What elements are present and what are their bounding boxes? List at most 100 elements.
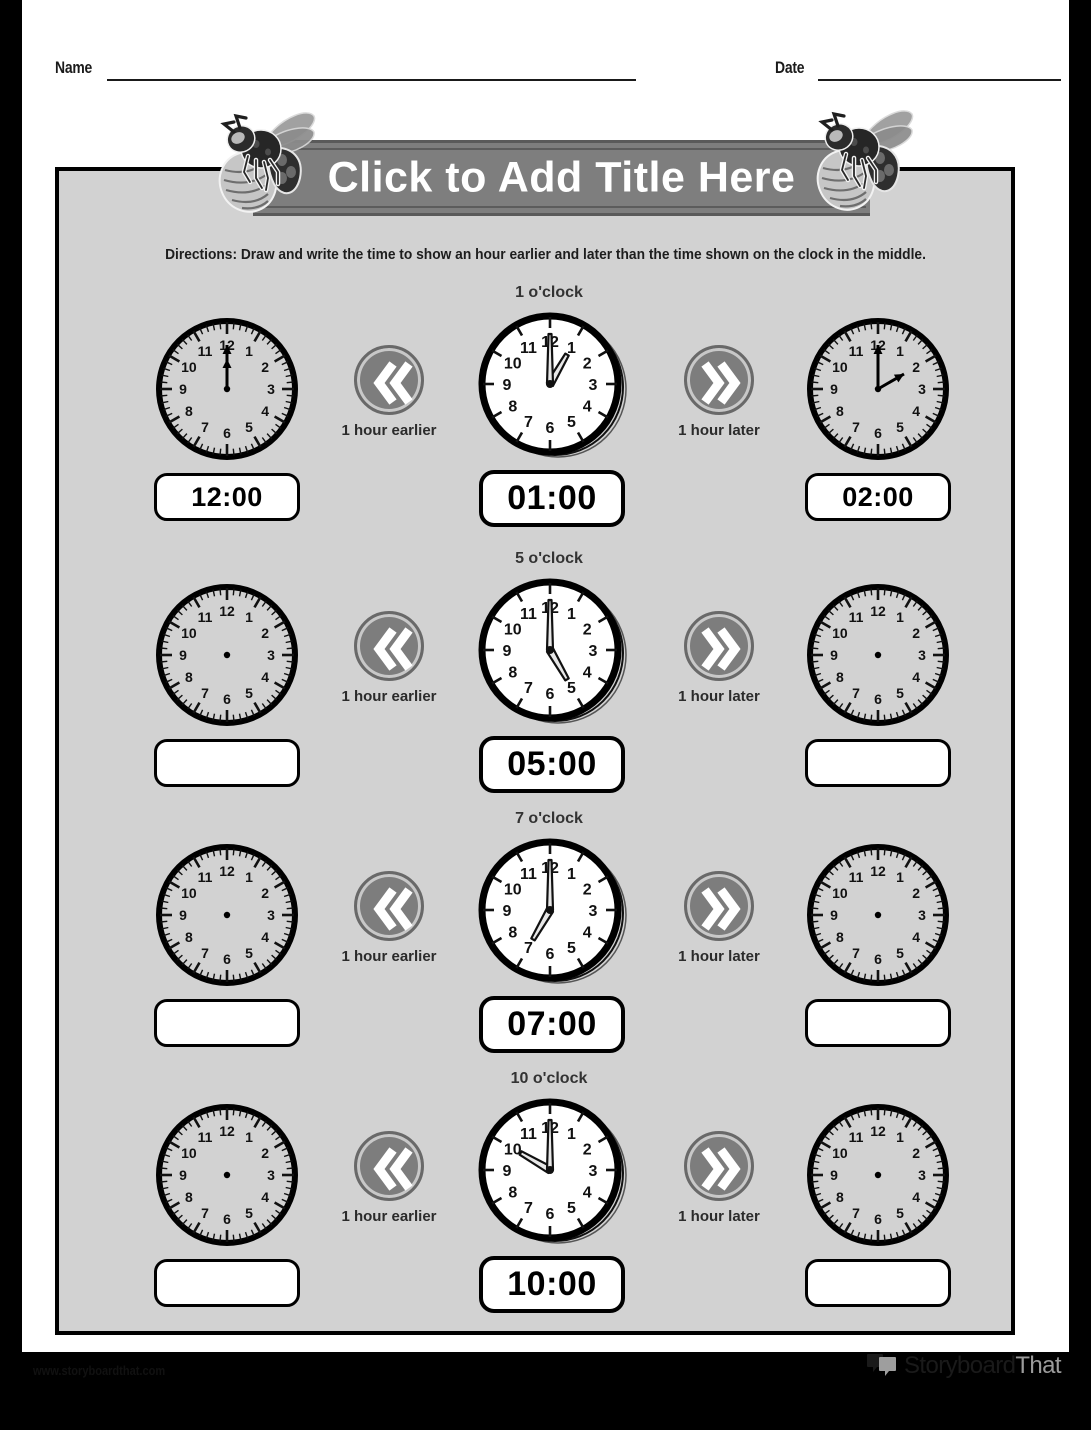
clock-face[interactable]: 121234567891011 <box>152 580 302 730</box>
svg-text:12: 12 <box>870 603 886 619</box>
svg-text:2: 2 <box>912 1145 920 1161</box>
svg-text:8: 8 <box>836 929 844 945</box>
clock-later[interactable]: 121234567891011 <box>803 314 953 464</box>
answer-box-given: 05:00 <box>479 736 625 793</box>
answer-text: 10:00 <box>507 1265 597 1303</box>
one-hour-earlier-label: 1 hour earlier <box>341 1208 437 1225</box>
svg-text:6: 6 <box>546 420 555 437</box>
svg-text:3: 3 <box>589 377 598 394</box>
title-text[interactable]: Click to Add Title Here <box>253 154 870 203</box>
svg-text:5: 5 <box>567 680 576 697</box>
clock-face[interactable]: 121234567891011 <box>803 840 953 990</box>
answer-box-earlier[interactable] <box>154 999 300 1047</box>
svg-text:9: 9 <box>179 381 187 397</box>
forward-arrow-circle[interactable] <box>684 871 754 941</box>
clock-face[interactable]: 121234567891011 <box>803 1100 953 1250</box>
svg-text:1: 1 <box>567 1126 576 1143</box>
svg-text:10: 10 <box>504 1142 522 1159</box>
svg-text:8: 8 <box>185 929 193 945</box>
answer-box-earlier[interactable]: 12:00 <box>154 473 300 521</box>
clock-face[interactable]: 121234567891011 <box>152 840 302 990</box>
back-arrow-circle[interactable] <box>354 871 424 941</box>
svg-text:5: 5 <box>896 685 904 701</box>
answer-box-later[interactable] <box>805 1259 951 1307</box>
clock-earlier[interactable]: 121234567891011 <box>152 1100 302 1250</box>
svg-text:10: 10 <box>181 885 197 901</box>
one-hour-later-button[interactable]: 1 hour later <box>644 345 794 439</box>
forward-arrow-circle[interactable] <box>684 1131 754 1201</box>
svg-text:5: 5 <box>567 940 576 957</box>
svg-text:1: 1 <box>896 609 904 625</box>
forward-arrow-circle[interactable] <box>684 345 754 415</box>
name-input-line[interactable] <box>107 79 636 81</box>
svg-text:7: 7 <box>201 419 209 435</box>
svg-text:11: 11 <box>849 343 864 359</box>
clock-face[interactable]: 121234567891011 <box>803 580 953 730</box>
svg-text:2: 2 <box>583 356 592 373</box>
one-hour-earlier-button[interactable]: 1 hour earlier <box>314 871 464 965</box>
one-hour-later-button[interactable]: 1 hour later <box>644 611 794 705</box>
back-arrow-circle[interactable] <box>354 345 424 415</box>
svg-text:10: 10 <box>504 356 522 373</box>
double-chevron-left-icon <box>373 361 413 405</box>
svg-text:4: 4 <box>583 665 592 682</box>
svg-text:12: 12 <box>870 863 886 879</box>
svg-text:6: 6 <box>223 951 231 967</box>
clock-later[interactable]: 121234567891011 <box>803 840 953 990</box>
svg-text:9: 9 <box>503 377 512 394</box>
svg-text:10: 10 <box>181 625 197 641</box>
answer-box-earlier[interactable] <box>154 739 300 787</box>
clock-earlier[interactable]: 121234567891011 <box>152 840 302 990</box>
svg-text:2: 2 <box>583 1142 592 1159</box>
bee-icon <box>208 102 316 214</box>
svg-text:12: 12 <box>870 1123 886 1139</box>
clock-later[interactable]: 121234567891011 <box>803 580 953 730</box>
clock-face[interactable]: 121234567891011 <box>152 1100 302 1250</box>
svg-text:9: 9 <box>830 1167 838 1183</box>
one-hour-later-label: 1 hour later <box>678 422 760 439</box>
clock-face[interactable]: 121234567891011 <box>152 314 302 464</box>
svg-text:8: 8 <box>508 399 517 416</box>
clock-earlier[interactable]: 121234567891011 <box>152 314 302 464</box>
svg-text:1: 1 <box>896 343 904 359</box>
svg-text:4: 4 <box>261 929 269 945</box>
svg-text:4: 4 <box>583 1185 592 1202</box>
back-arrow-circle[interactable] <box>354 611 424 681</box>
svg-text:8: 8 <box>185 403 193 419</box>
double-chevron-right-icon <box>701 361 741 405</box>
date-input-line[interactable] <box>818 79 1061 81</box>
one-hour-later-label: 1 hour later <box>678 688 760 705</box>
one-hour-earlier-button[interactable]: 1 hour earlier <box>314 611 464 705</box>
answer-text: 12:00 <box>191 481 263 512</box>
svg-text:4: 4 <box>583 925 592 942</box>
svg-text:5: 5 <box>245 419 253 435</box>
svg-text:7: 7 <box>852 1205 860 1221</box>
one-hour-earlier-button[interactable]: 1 hour earlier <box>314 1131 464 1225</box>
forward-arrow-circle[interactable] <box>684 611 754 681</box>
answer-box-earlier[interactable] <box>154 1259 300 1307</box>
svg-text:5: 5 <box>245 1205 253 1221</box>
svg-text:6: 6 <box>223 425 231 441</box>
svg-text:2: 2 <box>261 1145 269 1161</box>
clock-earlier[interactable]: 121234567891011 <box>152 580 302 730</box>
svg-text:11: 11 <box>520 1126 537 1143</box>
answer-box-later[interactable]: 02:00 <box>805 473 951 521</box>
title-banner[interactable]: Click to Add Title Here <box>253 140 870 216</box>
one-hour-later-button[interactable]: 1 hour later <box>644 871 794 965</box>
clock-face[interactable]: 121234567891011 <box>803 314 953 464</box>
back-arrow-circle[interactable] <box>354 1131 424 1201</box>
svg-text:12: 12 <box>219 603 235 619</box>
one-hour-later-button[interactable]: 1 hour later <box>644 1131 794 1225</box>
svg-text:1: 1 <box>896 1129 904 1145</box>
clock-given: 121234567891011 <box>474 574 634 734</box>
clock-later[interactable]: 121234567891011 <box>803 1100 953 1250</box>
svg-text:11: 11 <box>849 609 864 625</box>
answer-box-later[interactable] <box>805 999 951 1047</box>
one-hour-earlier-button[interactable]: 1 hour earlier <box>314 345 464 439</box>
answer-box-later[interactable] <box>805 739 951 787</box>
answer-box-given: 07:00 <box>479 996 625 1053</box>
logo-secondary-text: That <box>1015 1352 1061 1379</box>
problem-row: 10 o'clock 121234567891011 1212345678910… <box>0 1070 1091 1346</box>
svg-text:1: 1 <box>567 866 576 883</box>
svg-text:1: 1 <box>245 609 253 625</box>
